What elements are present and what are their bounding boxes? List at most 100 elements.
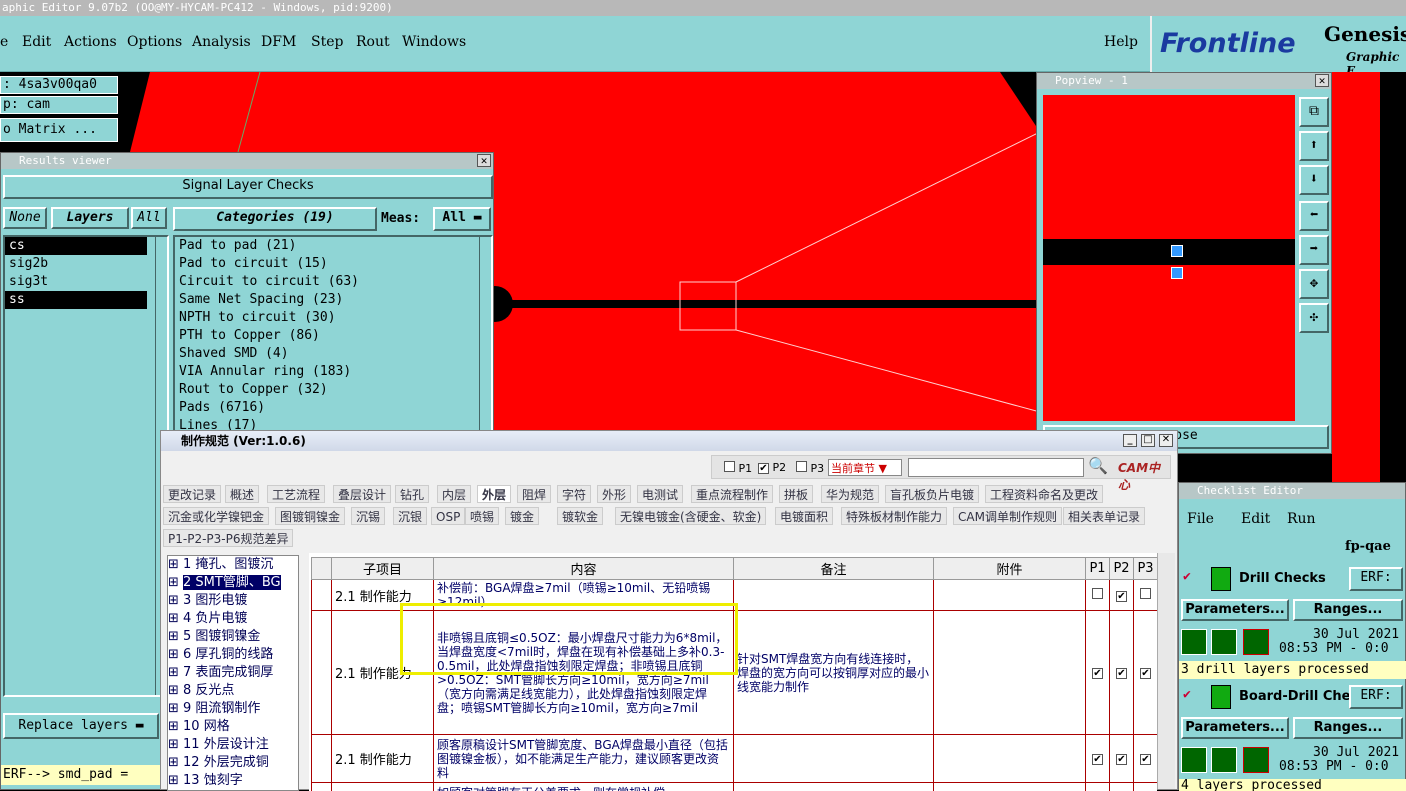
menu-rout[interactable]: Rout xyxy=(356,34,390,50)
tab[interactable]: 镀金 xyxy=(505,507,539,525)
list-item[interactable]: NPTH to circuit (30) xyxy=(175,309,491,327)
tree-item[interactable]: ⊞ 1 掩孔、图镀沉 xyxy=(168,556,298,574)
popview-canvas[interactable] xyxy=(1043,95,1295,421)
menu-help[interactable]: Help xyxy=(1104,34,1138,50)
minimize-icon[interactable]: _ xyxy=(1123,434,1137,447)
chapter-tree[interactable]: ⊞ 1 掩孔、图镀沉 ⊞ 2 SMT管脚、BG ⊞ 3 图形电镀 ⊞ 4 负片电… xyxy=(167,555,299,791)
tab[interactable]: 钻孔 xyxy=(395,485,429,503)
tree-item[interactable]: ⊞ 2 SMT管脚、BG xyxy=(168,574,298,592)
tree-item[interactable]: ⊞ 13 蚀刻字 xyxy=(168,772,298,790)
checker-icon[interactable] xyxy=(1211,567,1231,591)
list-item[interactable]: Shaved SMD (4) xyxy=(175,345,491,363)
signal-layer-checks-header[interactable]: Signal Layer Checks xyxy=(3,175,493,199)
p3-checkbox[interactable] xyxy=(1140,588,1151,599)
p2-checkbox[interactable]: ✔ xyxy=(1116,754,1127,765)
categories-button[interactable]: Categories (19) xyxy=(173,207,377,231)
list-item[interactable]: VIA Annular ring (183) xyxy=(175,363,491,381)
zoom-window-icon[interactable]: ⧉ xyxy=(1299,97,1329,127)
list-item[interactable]: Pad to circuit (15) xyxy=(175,255,491,273)
close-icon[interactable]: ✕ xyxy=(477,154,491,167)
stop-icon[interactable] xyxy=(1243,747,1269,773)
tab[interactable]: 沉银 xyxy=(393,507,427,525)
tree-item[interactable]: ⊞ 9 阻流钢制作 xyxy=(168,700,298,718)
ranges-button[interactable]: Ranges... xyxy=(1293,599,1403,621)
p3-checkbox[interactable]: ✔ xyxy=(1140,668,1151,679)
run-icon[interactable] xyxy=(1181,747,1207,773)
tab[interactable]: 工艺流程 xyxy=(267,485,325,503)
pan-right-icon[interactable]: ➡ xyxy=(1299,235,1329,265)
tab[interactable]: 外层 xyxy=(477,485,511,503)
run-icon[interactable] xyxy=(1181,629,1207,655)
stop-icon[interactable] xyxy=(1243,629,1269,655)
matrix-button[interactable]: o Matrix ... xyxy=(0,118,118,142)
list-item[interactable]: Rout to Copper (32) xyxy=(175,381,491,399)
list-item[interactable]: ss xyxy=(5,291,147,309)
ranges-button[interactable]: Ranges... xyxy=(1293,717,1403,739)
grid-scrollbar[interactable] xyxy=(1157,553,1175,789)
pan-up-icon[interactable]: ⬆ xyxy=(1299,131,1329,161)
p3-checkbox[interactable] xyxy=(796,461,807,472)
search-icon[interactable]: 🔍 xyxy=(1088,456,1108,475)
tab[interactable]: 重点流程制作 xyxy=(691,485,773,503)
category-list[interactable]: Pad to pad (21) Pad to circuit (15) Circ… xyxy=(173,235,493,435)
tree-item[interactable]: ⊞ 12 外层完成铜 xyxy=(168,754,298,772)
tab[interactable]: 沉金或化学镍钯金 xyxy=(163,507,269,525)
tab[interactable]: 电镀面积 xyxy=(775,507,833,525)
close-icon[interactable]: ✕ xyxy=(1159,434,1173,447)
tab[interactable]: 概述 xyxy=(225,485,259,503)
tab[interactable]: 喷锡 xyxy=(465,507,499,525)
meas-dropdown[interactable]: All ▬ xyxy=(433,207,491,231)
table-row[interactable]: 2.1 制作能力 顾客原稿设计SMT管脚宽度、BGA焊盘最小直径（包括图镀镍金板… xyxy=(312,735,1158,783)
p2-checkbox[interactable]: ✔ xyxy=(758,463,769,474)
run-step-icon[interactable] xyxy=(1211,629,1237,655)
parameters-button[interactable]: Parameters... xyxy=(1181,599,1289,621)
tab[interactable]: 拼板 xyxy=(779,485,813,503)
list-item[interactable]: sig3t xyxy=(5,273,167,291)
step-field[interactable]: p: cam xyxy=(0,96,118,114)
maximize-icon[interactable]: □ xyxy=(1141,434,1155,447)
menu-step[interactable]: Step xyxy=(311,34,343,50)
tab[interactable]: 镀软金 xyxy=(557,507,603,525)
table-row[interactable]: 2.1 制作能力 非喷锡且底铜≤0.5OZ：最小焊盘尺寸能力为6*8mil，当焊… xyxy=(312,611,1158,735)
list-item[interactable]: Same Net Spacing (23) xyxy=(175,291,491,309)
list-item[interactable]: sig2b xyxy=(5,255,167,273)
tab[interactable]: 外形 xyxy=(597,485,631,503)
tab[interactable]: P1-P2-P3-P6规范差异 xyxy=(163,529,293,547)
menu-edit[interactable]: Edit xyxy=(1241,511,1270,527)
list-item[interactable]: Pads (6716) xyxy=(175,399,491,417)
menu-windows[interactable]: Windows xyxy=(402,34,466,50)
menu-actions[interactable]: Actions xyxy=(64,34,117,50)
tree-item[interactable]: ⊞ 4 负片电镀 xyxy=(168,610,298,628)
close-icon[interactable]: ✕ xyxy=(1315,74,1329,87)
layer-list[interactable]: cs sig2b sig3t ss xyxy=(3,235,169,697)
tab[interactable]: 字符 xyxy=(557,485,591,503)
list-item[interactable]: PTH to Copper (86) xyxy=(175,327,491,345)
tab[interactable]: 特殊板材制作能力 xyxy=(841,507,947,525)
menu-dfm[interactable]: DFM xyxy=(261,34,296,50)
tree-item[interactable]: ⊞ 8 反光点 xyxy=(168,682,298,700)
tab[interactable]: 沉锡 xyxy=(351,507,385,525)
tab[interactable]: 图镀铜镍金 xyxy=(275,507,345,525)
none-button[interactable]: None xyxy=(3,207,47,229)
job-field[interactable]: : 4sa3v00qa0 xyxy=(0,76,118,94)
list-item[interactable]: cs xyxy=(5,237,147,255)
menu-edit[interactable]: Edit xyxy=(22,34,51,50)
menu-file[interactable]: e xyxy=(0,34,8,50)
layers-button[interactable]: Layers xyxy=(51,207,129,229)
zoom-in-icon[interactable]: ✣ xyxy=(1299,303,1329,333)
tab[interactable]: 电测试 xyxy=(637,485,683,503)
menu-file[interactable]: File xyxy=(1187,511,1214,527)
list-item[interactable]: Pad to pad (21) xyxy=(175,237,491,255)
tab[interactable]: 华为规范 xyxy=(821,485,879,503)
erf-button[interactable]: ERF: xyxy=(1349,567,1403,591)
parameters-button[interactable]: Parameters... xyxy=(1181,717,1289,739)
pan-down-icon[interactable]: ⬇ xyxy=(1299,165,1329,195)
tab[interactable]: 阻焊 xyxy=(517,485,551,503)
all-button[interactable]: All xyxy=(131,207,167,229)
tree-item[interactable]: ⊞ 7 表面完成铜厚 xyxy=(168,664,298,682)
erf-button[interactable]: ERF: xyxy=(1349,685,1403,709)
p2-checkbox[interactable]: ✔ xyxy=(1116,591,1127,602)
list-item[interactable]: Circuit to circuit (63) xyxy=(175,273,491,291)
tab[interactable]: 无镍电镀金(含硬金、软金) xyxy=(615,507,766,525)
run-step-icon[interactable] xyxy=(1211,747,1237,773)
